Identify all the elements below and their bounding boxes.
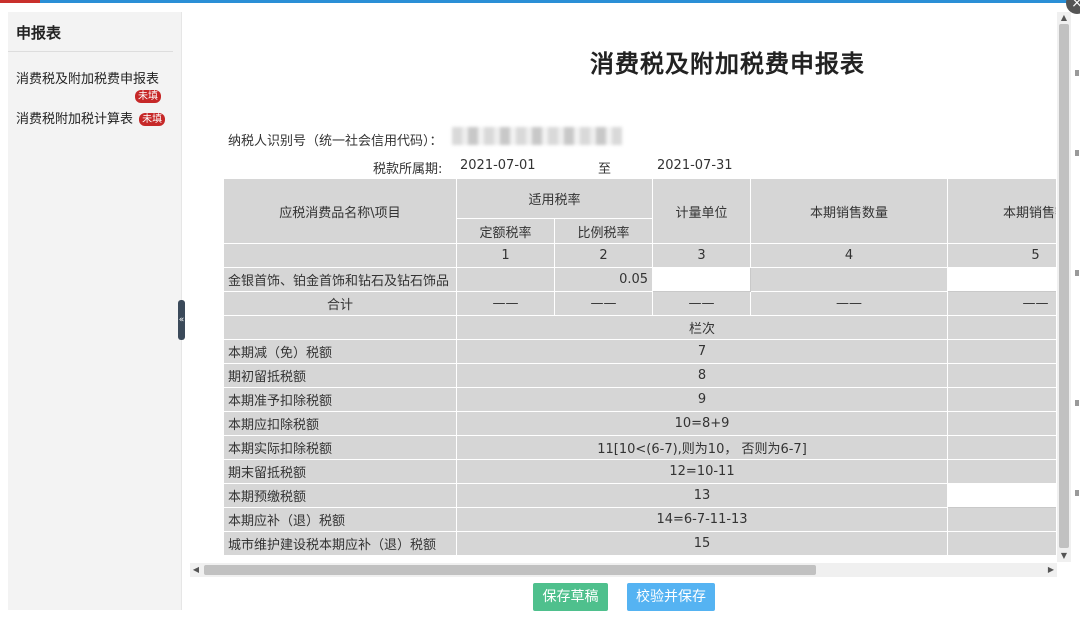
table-row: 本期应补（退）税额 14=6-7-11-13 bbox=[223, 507, 1056, 532]
vertical-scrollbar[interactable]: ▲ ▼ bbox=[1057, 12, 1071, 562]
row-lan: 9 bbox=[455, 387, 949, 412]
sidebar-item-label: 消费税附加税计算表 bbox=[16, 112, 134, 127]
declaration-table: 应税消费品名称\项目 适用税率 计量单位 本期销售数量 本期销售额 定额税率 比… bbox=[223, 178, 1056, 556]
horizontal-scrollbar[interactable]: ◀ ▶ bbox=[190, 563, 1057, 577]
sidebar-item-label: 消费税及附加税费申报表 bbox=[16, 72, 160, 87]
row-lan: 12=10-11 bbox=[455, 459, 949, 484]
row-lan: 8 bbox=[455, 363, 949, 388]
header-sales-amount: 本期销售额 bbox=[947, 178, 1056, 244]
form-content: 消费税及附加税费申报表 纳税人识别号（统一社会信用代码）： 税款所属期: 202… bbox=[190, 12, 1056, 562]
total-dash: —— bbox=[947, 291, 1056, 316]
status-badge: 未填 bbox=[135, 90, 161, 103]
row-lan: 14=6-7-11-13 bbox=[455, 507, 949, 532]
period-end: 2021-07-31 bbox=[657, 158, 733, 173]
row-lan: 11[10<(6-7),则为10， 否则为6-7] bbox=[455, 435, 949, 460]
table-row: 本期预缴税额 13 bbox=[223, 483, 1056, 508]
total-dash: —— bbox=[652, 291, 752, 316]
row-lan: 10=8+9 bbox=[455, 411, 949, 436]
row-label: 本期减（免）税额 bbox=[223, 339, 457, 364]
col-number: 5 bbox=[947, 243, 1056, 268]
row-label: 本期应补（退）税额 bbox=[223, 507, 457, 532]
header-sales-quantity: 本期销售数量 bbox=[750, 178, 949, 244]
table-row: 合计 —— —— —— —— —— bbox=[223, 291, 1056, 316]
col-number: 4 bbox=[750, 243, 949, 268]
collapse-sidebar-icon[interactable]: « bbox=[178, 300, 185, 340]
header-item-name: 应税消费品名称\项目 bbox=[223, 178, 457, 244]
row-value bbox=[947, 339, 1056, 364]
total-label: 合计 bbox=[223, 291, 457, 316]
row-label: 期末留抵税额 bbox=[223, 459, 457, 484]
row-lan: 7 bbox=[455, 339, 949, 364]
total-dash: —— bbox=[750, 291, 949, 316]
taxpayer-id-value-redacted bbox=[452, 127, 622, 145]
horizontal-scroll-thumb[interactable] bbox=[204, 565, 816, 575]
taxpayer-id-label: 纳税人识别号（统一社会信用代码）： bbox=[228, 134, 443, 149]
header-unit: 计量单位 bbox=[652, 178, 752, 244]
table-row: 期初留抵税额 8 bbox=[223, 363, 1056, 388]
period-to: 至 bbox=[598, 162, 612, 177]
table-row: 城市维护建设税本期应补（退）税额 15 bbox=[223, 531, 1056, 556]
row-value bbox=[947, 435, 1056, 460]
table-row: 金银首饰、铂金首饰和钻石及钻石饰品 0.05 bbox=[223, 267, 1056, 292]
sidebar-item-surcharge-calc-form[interactable]: 消费税附加税计算表 未填 bbox=[8, 108, 181, 130]
page-title: 消费税及附加税费申报表 bbox=[590, 50, 865, 78]
table-row: 本期减（免）税额 7 bbox=[223, 339, 1056, 364]
total-dash: —— bbox=[456, 291, 555, 316]
header-applicable-rate: 适用税率 bbox=[455, 178, 654, 219]
proportional-rate-cell: 0.05 bbox=[553, 267, 654, 292]
lan-header: 栏次 bbox=[455, 315, 949, 340]
period-label: 税款所属期: bbox=[373, 162, 443, 177]
sales-quantity-cell bbox=[750, 267, 949, 292]
row-label: 本期实际扣除税额 bbox=[223, 435, 457, 460]
unit-input[interactable] bbox=[652, 267, 752, 292]
scroll-up-icon[interactable]: ▲ bbox=[1057, 12, 1071, 24]
validate-and-save-button[interactable]: 校验并保存 bbox=[627, 583, 715, 611]
col-number: 2 bbox=[553, 243, 654, 268]
table-row: 本期准予扣除税额 9 bbox=[223, 387, 1056, 412]
header-proportional-rate: 比例税率 bbox=[553, 218, 654, 244]
row-value bbox=[947, 411, 1056, 436]
scroll-right-icon[interactable]: ▶ bbox=[1045, 563, 1057, 577]
sidebar-title: 申报表 bbox=[8, 12, 173, 52]
row-label: 城市维护建设税本期应补（退）税额 bbox=[223, 531, 457, 556]
scroll-down-icon[interactable]: ▼ bbox=[1057, 550, 1071, 562]
fixed-rate-cell bbox=[456, 267, 555, 292]
product-name: 金银首饰、铂金首饰和钻石及钻石饰品 bbox=[223, 267, 457, 292]
row-value bbox=[947, 531, 1056, 556]
table-row: 本期应扣除税额 10=8+9 bbox=[223, 411, 1056, 436]
scroll-left-icon[interactable]: ◀ bbox=[190, 563, 202, 577]
row-label: 本期准予扣除税额 bbox=[223, 387, 457, 412]
prepaid-tax-input[interactable] bbox=[947, 483, 1056, 508]
table-row: 本期实际扣除税额 11[10<(6-7),则为10， 否则为6-7] bbox=[223, 435, 1056, 460]
save-draft-button[interactable]: 保存草稿 bbox=[533, 583, 608, 611]
row-label: 期初留抵税额 bbox=[223, 363, 457, 388]
sidebar: 申报表 消费税及附加税费申报表 未填 消费税附加税计算表 未填 bbox=[8, 12, 182, 610]
sales-amount-input[interactable] bbox=[947, 267, 1056, 292]
row-value bbox=[947, 363, 1056, 388]
row-lan: 13 bbox=[455, 483, 949, 508]
col-number-blank bbox=[223, 243, 457, 268]
row-label: 本期预缴税额 bbox=[223, 483, 457, 508]
row-label: 本期应扣除税额 bbox=[223, 411, 457, 436]
col-number: 3 bbox=[652, 243, 752, 268]
top-accent-bar bbox=[0, 0, 1080, 3]
status-badge: 未填 bbox=[139, 113, 166, 126]
header-fixed-rate: 定额税率 bbox=[456, 218, 555, 244]
page-edge-markers bbox=[1074, 70, 1080, 510]
row-value bbox=[947, 507, 1056, 532]
row-lan: 15 bbox=[455, 531, 949, 556]
period-start: 2021-07-01 bbox=[460, 158, 536, 173]
lan-header-blank bbox=[223, 315, 457, 340]
row-value bbox=[947, 387, 1056, 412]
col-number: 1 bbox=[456, 243, 555, 268]
table-row: 期末留抵税额 12=10-11 bbox=[223, 459, 1056, 484]
row-value bbox=[947, 459, 1056, 484]
lan-header-value bbox=[947, 315, 1056, 340]
total-dash: —— bbox=[553, 291, 654, 316]
sidebar-item-consumption-tax-form[interactable]: 消费税及附加税费申报表 未填 bbox=[8, 68, 181, 108]
vertical-scroll-thumb[interactable] bbox=[1059, 24, 1069, 548]
